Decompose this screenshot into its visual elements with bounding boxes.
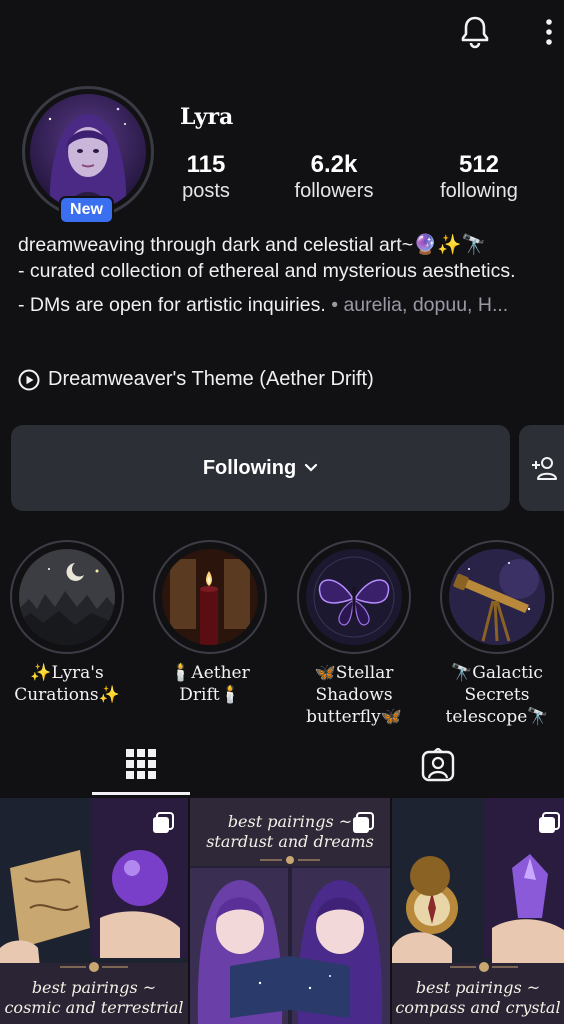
bio-line-3-row: - DMs are open for artistic inquiries. •… [18, 292, 558, 318]
highlight-label-line: telescope🔭 [445, 707, 549, 727]
chevron-down-icon [305, 463, 318, 472]
bell-icon [461, 16, 489, 49]
highlight-galactic-secrets[interactable]: 🔭Galactic Secrets telescope🔭 [437, 540, 557, 728]
highlight-label-line: Shadows [315, 685, 393, 705]
highlight-label-line: Curations✨ [14, 685, 120, 705]
post-caption: best pairings ~ compass and crystal [392, 978, 564, 1018]
highlight-label: 🕯️Aether Drift🕯️ [150, 662, 270, 706]
notifications-button[interactable] [455, 12, 495, 52]
highlight-label: 🔭Galactic Secrets telescope🔭 [437, 662, 557, 728]
suggest-users-button[interactable] [519, 425, 564, 511]
username: Lyra [180, 104, 234, 130]
tab-posts-grid[interactable] [92, 735, 190, 795]
highlight-cover [162, 549, 258, 645]
bio-line-3: - DMs are open for artistic inquiries. [18, 294, 326, 316]
highlight-lyras-curations[interactable]: ✨Lyra's Curations✨ [7, 540, 127, 706]
highlight-aether-drift[interactable]: 🕯️Aether Drift🕯️ [150, 540, 270, 706]
add-user-icon [532, 457, 557, 480]
post-tile[interactable]: best pairings ~ compass and crystal [392, 798, 564, 1024]
caption-line: best pairings ~ [415, 978, 541, 997]
caption-line: best pairings ~ [31, 978, 157, 997]
highlight-label-line: Drift🕯️ [179, 685, 241, 705]
new-badge: New [59, 196, 114, 224]
carousel-icon [153, 812, 174, 833]
tab-tagged[interactable] [388, 735, 488, 795]
music-title: Dreamweaver's Theme (Aether Drift) [48, 368, 374, 390]
bio-line-1: dreamweaving through dark and celestial … [18, 234, 486, 256]
highlight-label-line: butterfly🦋 [306, 707, 402, 727]
carousel-icon [353, 812, 374, 833]
caption-line: cosmic and terrestrial [4, 998, 184, 1017]
highlight-cover [449, 549, 545, 645]
highlight-label-line: 🔭Galactic [451, 663, 543, 683]
grid-icon [126, 748, 156, 779]
following-label: following [440, 180, 518, 202]
highlight-label-line: 🦋Stellar [314, 663, 394, 683]
post-caption: best pairings ~ cosmic and terrestrial [0, 978, 188, 1018]
mutual-followers[interactable]: • aurelia, dopuu, H... [331, 294, 508, 316]
followers-stat[interactable]: 6.2k followers [284, 150, 384, 202]
caption-line: compass and crystal [395, 998, 561, 1017]
tagged-icon [421, 748, 455, 782]
posts-label: posts [182, 180, 230, 202]
highlight-label-line: ✨Lyra's [30, 663, 104, 683]
highlight-label-line: 🕯️Aether [170, 663, 250, 683]
profile-music[interactable]: Dreamweaver's Theme (Aether Drift) [18, 368, 374, 391]
highlight-cover [19, 549, 115, 645]
post-tile[interactable]: best pairings ~ stardust and dreams [190, 798, 390, 1024]
following-count: 512 [458, 151, 500, 178]
highlight-label-line: Secrets [464, 685, 530, 705]
more-options-button[interactable] [535, 12, 563, 52]
bio-line-2: - curated collection of ethereal and mys… [18, 260, 516, 282]
caption-line: stardust and dreams [206, 832, 374, 851]
bio: dreamweaving through dark and celestial … [18, 232, 558, 318]
play-icon [18, 369, 40, 390]
highlight-label: 🦋Stellar Shadows butterfly🦋 [294, 662, 414, 728]
following-button-label: Following [202, 456, 297, 479]
carousel-icon [539, 812, 560, 833]
highlight-cover [306, 549, 402, 645]
posts-count: 115 [186, 151, 226, 178]
more-icon [546, 19, 552, 45]
following-button[interactable]: Following [11, 425, 510, 511]
followers-label: followers [294, 180, 374, 202]
posts-stat[interactable]: 115 posts [170, 150, 242, 202]
avatar-image [30, 94, 146, 210]
following-stat[interactable]: 512 following [428, 150, 530, 202]
highlight-label: ✨Lyra's Curations✨ [7, 662, 127, 706]
highlight-stellar-shadows[interactable]: 🦋Stellar Shadows butterfly🦋 [294, 540, 414, 728]
followers-count: 6.2k [310, 151, 358, 178]
